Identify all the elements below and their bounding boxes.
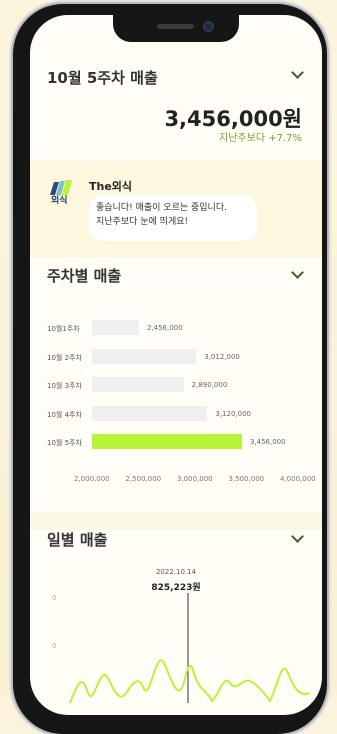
bar[interactable] bbox=[92, 348, 197, 364]
bar-category-label: 10월 5주차 bbox=[47, 439, 82, 447]
tooltip-value: 825,223원 bbox=[151, 583, 201, 593]
chevron-down-icon[interactable] bbox=[291, 530, 304, 543]
chat-message-line-2: 지난주보다 눈에 띄게요! bbox=[96, 217, 189, 227]
x-axis-tick: 3,000,000 bbox=[177, 475, 213, 483]
x-axis-tick: 3,500,000 bbox=[228, 475, 265, 483]
tooltip-date: 2022.10.14 bbox=[155, 568, 197, 576]
growth-rate: 지난주보다 +7.7% bbox=[219, 133, 302, 144]
bar[interactable] bbox=[92, 434, 242, 449]
bar[interactable] bbox=[92, 405, 208, 421]
bar-category-label: 10월1주차 bbox=[47, 325, 80, 333]
chevron-down-icon[interactable] bbox=[291, 266, 304, 279]
bar-category-label: 10월 3주차 bbox=[47, 382, 82, 390]
section-divider bbox=[30, 512, 322, 530]
daily-line-chart bbox=[69, 593, 311, 703]
camera-icon bbox=[203, 21, 214, 32]
bar-category-label: 10월 2주차 bbox=[47, 353, 82, 362]
bar-category-label: 10월 4주차 bbox=[47, 410, 82, 419]
phone-notch bbox=[113, 15, 239, 42]
weekly-summary-title: 10월 5주차 매출 bbox=[47, 69, 158, 87]
bar-value-label: 2,456,000 bbox=[146, 324, 183, 332]
assistant-name: The외식 bbox=[89, 180, 133, 193]
chevron-down-icon[interactable] bbox=[291, 66, 304, 79]
speaker-grille bbox=[157, 24, 194, 29]
brand-logo: 외식 bbox=[50, 179, 74, 207]
bar-value-label: 3,120,000 bbox=[215, 409, 251, 418]
bar-value-label: 3,012,000 bbox=[204, 352, 240, 361]
bar-value-label: 3,456,000 bbox=[249, 438, 286, 446]
chat-message-line-1: 좋습니다! 매출이 오르는 중입니다. bbox=[96, 203, 227, 213]
x-axis-tick: 2,000,000 bbox=[74, 475, 110, 483]
bar-value-label: 2,890,000 bbox=[191, 381, 228, 389]
x-axis-tick: 4,000,000 bbox=[280, 475, 316, 483]
brand-logo-text: 외식 bbox=[51, 196, 68, 206]
weekly-chart-title: 주차별 매출 bbox=[47, 267, 122, 285]
bar[interactable] bbox=[92, 377, 184, 392]
x-axis-tick: 2,500,000 bbox=[125, 475, 162, 483]
daily-chart-title: 일별 매출 bbox=[47, 531, 108, 549]
bar[interactable] bbox=[92, 320, 139, 335]
app-screen: 10월 5주차 매출 3,456,000원 지난주보다 +7.7% 외식 The… bbox=[30, 15, 322, 715]
chat-message: 좋습니다! 매출이 오르는 중입니다. 지난주보다 눈에 띄게요! bbox=[96, 201, 266, 229]
